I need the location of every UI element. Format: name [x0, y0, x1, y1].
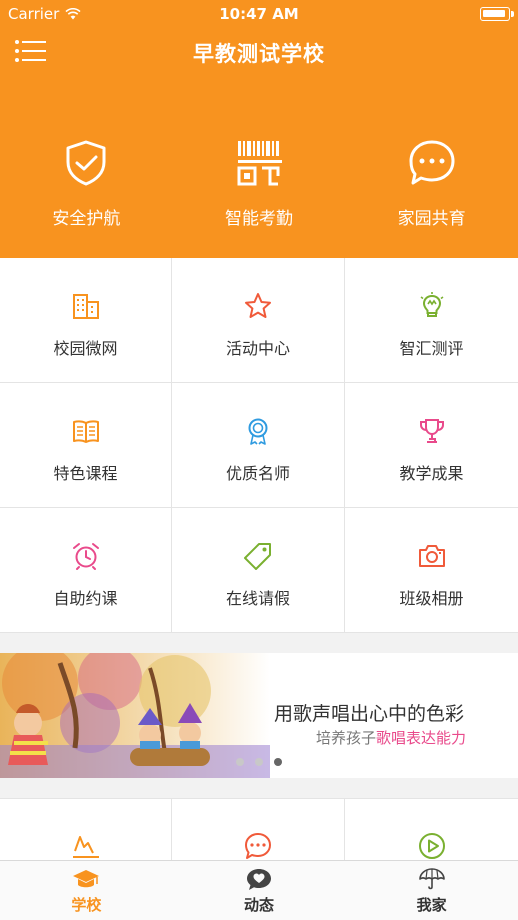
grid-item-activity-center[interactable]: 活动中心 — [172, 258, 345, 383]
banner-title: 用歌声唱出心中的色彩 — [274, 703, 465, 725]
grid-item-label: 优质名师 — [225, 464, 290, 483]
battery-icon — [480, 7, 514, 21]
carousel-dots — [236, 758, 282, 766]
feature-label: 智能考勤 — [224, 209, 293, 229]
star-icon — [245, 293, 271, 318]
function-grid: 校园微网 活动中心 智汇测评 特色课程 优质名师 教学成果 自助约课 在线请假 … — [0, 258, 518, 633]
alarm-clock-icon — [72, 543, 99, 570]
chart-line-icon — [72, 836, 99, 858]
tab-label: 学校 — [71, 896, 102, 914]
heart-bubble-icon — [247, 869, 271, 890]
banner-subtitle-prefix: 培养孩子 — [316, 729, 377, 747]
carousel-dot-active[interactable] — [274, 758, 282, 766]
feature-label: 安全护航 — [52, 209, 121, 229]
feature-row: 安全护航 智能考勤 家园共育 — [0, 138, 518, 238]
grid-item-label: 智汇测评 — [399, 339, 464, 358]
grid-item-book-class[interactable]: 自助约课 — [0, 508, 172, 633]
grid-item-label: 自助约课 — [53, 589, 118, 608]
feature-safety[interactable]: 安全护航 — [0, 138, 173, 238]
tab-updates[interactable]: 动态 — [173, 861, 346, 920]
tab-label: 我家 — [416, 896, 447, 914]
feature-attendance[interactable]: 智能考勤 — [173, 138, 346, 238]
trophy-icon — [419, 419, 444, 443]
camera-icon — [418, 545, 445, 567]
grid-item-campus-web[interactable]: 校园微网 — [0, 258, 172, 383]
umbrella-icon — [418, 868, 445, 890]
play-circle-icon — [418, 833, 445, 859]
grid-item-class-album[interactable]: 班级相册 — [345, 508, 518, 633]
feature-home-school[interactable]: 家园共育 — [345, 138, 518, 238]
graduation-cap-icon — [73, 870, 100, 888]
banner-subtitle-highlight: 歌唱表达能力 — [376, 729, 467, 747]
tab-bar: 学校 动态 我家 — [0, 860, 518, 920]
grid-item-achievements[interactable]: 教学成果 — [345, 383, 518, 508]
grid-item-teachers[interactable]: 优质名师 — [172, 383, 345, 508]
lightbulb-icon — [420, 292, 443, 317]
grid-item-leave-request[interactable]: 在线请假 — [172, 508, 345, 633]
header: Carrier 10:47 AM 早教测试学校 安全护航 智能考勤 家园共育 — [0, 0, 518, 258]
shield-check-icon — [66, 140, 106, 186]
feature-label: 家园共育 — [397, 209, 466, 229]
grid-item-label: 校园微网 — [53, 339, 118, 358]
grid-item-label: 教学成果 — [399, 464, 464, 483]
grid-item-label: 特色课程 — [53, 464, 118, 483]
tab-school[interactable]: 学校 — [0, 861, 173, 920]
carousel-dot[interactable] — [236, 758, 244, 766]
building-icon — [72, 294, 99, 319]
chat-dots-icon — [245, 833, 271, 859]
grid-item-label: 班级相册 — [399, 589, 464, 608]
page-title: 早教测试学校 — [193, 42, 325, 66]
barcode-scan-icon — [237, 141, 282, 186]
banner-illustration — [0, 653, 270, 778]
tab-label: 动态 — [244, 896, 275, 914]
grid-item-label: 活动中心 — [225, 339, 290, 358]
grid-item-featured-courses[interactable]: 特色课程 — [0, 383, 172, 508]
banner-subtitle: 培养孩子歌唱表达能力 — [316, 727, 466, 748]
carousel-dot[interactable] — [255, 758, 263, 766]
book-icon — [72, 420, 99, 443]
promo-banner[interactable]: 用歌声唱出心中的色彩 培养孩子歌唱表达能力 — [0, 653, 518, 778]
status-bar: Carrier 10:47 AM — [0, 0, 518, 28]
award-ribbon-icon — [248, 418, 268, 445]
grid-item-label: 在线请假 — [225, 589, 290, 608]
status-time: 10:47 AM — [219, 5, 299, 23]
tag-icon — [244, 543, 271, 570]
tab-my-home[interactable]: 我家 — [345, 861, 518, 920]
chat-bubble-icon — [409, 140, 455, 185]
grid-item-evaluation[interactable]: 智汇测评 — [345, 258, 518, 383]
app-screen: Carrier 10:47 AM 早教测试学校 安全护航 智能考勤 家园共育 校… — [0, 0, 518, 920]
